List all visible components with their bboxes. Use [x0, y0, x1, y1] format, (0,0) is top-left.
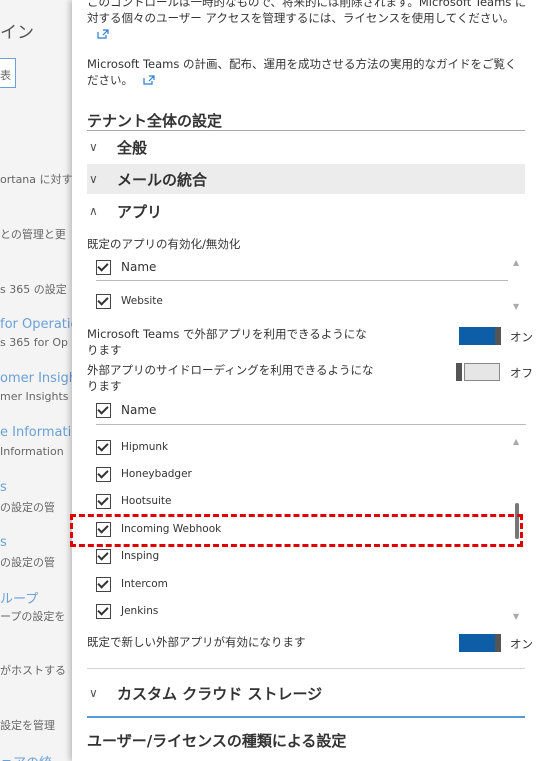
scroll-up-arrow[interactable]: ▲ [513, 437, 519, 446]
section-divider [87, 668, 525, 669]
list-item[interactable]: Jenkins [96, 600, 158, 622]
background-navigation: イン表 ortana に対す との管理と更 s 365 の設定 for Operatio… [0, 0, 72, 761]
teams-settings-panel: このコントロールは一時的なもので、将来的には削除されます。Microsoft T… [72, 0, 540, 761]
background-nav-text: s 365 の設定 [0, 283, 67, 296]
new-apps-default-state: オン [510, 637, 533, 651]
list-item[interactable]: Honeybadger [96, 463, 192, 485]
default-apps-label: 既定のアプリの有効化/無効化 [87, 237, 241, 251]
new-apps-default-toggle[interactable] [459, 634, 503, 652]
background-nav-text: for Operatio [0, 317, 72, 332]
background-nav-text: ortana に対す [0, 173, 72, 186]
app-checkbox[interactable] [96, 576, 111, 592]
heading-divider [87, 130, 525, 131]
app-checkbox[interactable] [96, 548, 111, 564]
background-nav-text: 設定を管理 [0, 719, 55, 732]
background-nav-text: の設定の管 [0, 501, 55, 514]
background-nav-text: の設定の管 [0, 556, 55, 569]
background-nav-text: e Informatio [0, 425, 72, 440]
list-item[interactable]: Hipmunk [96, 436, 168, 458]
chevron-down-icon: ∨ [89, 686, 98, 700]
select-all-checkbox[interactable] [96, 259, 111, 275]
external-apps-label: Microsoft Teams で外部アプリを利用できるようになります [87, 327, 367, 357]
external-link-icon[interactable] [97, 29, 109, 39]
highlight-box [70, 514, 523, 547]
sideload-label: 外部アプリのサイドローディングを利用できるようになります [87, 363, 374, 393]
section-general[interactable]: ∨ 全般 [87, 132, 525, 162]
background-nav-text: Information [0, 445, 64, 458]
section-divider [87, 716, 525, 718]
list-item[interactable]: Hootsuite [96, 490, 171, 512]
background-nav-text: ループ [0, 592, 39, 607]
list-item[interactable]: Insping [96, 545, 159, 567]
scroll-down-arrow[interactable]: ▼ [513, 302, 519, 311]
tenant-settings-heading: テナント全体の設定 [87, 112, 223, 130]
list-item[interactable]: Website [96, 290, 163, 312]
external-apps-toggle[interactable] [459, 327, 503, 345]
scroll-up-arrow[interactable]: ▲ [513, 258, 519, 267]
intro-license-text: このコントロールは一時的なもので、将来的には削除されます。Microsoft T… [87, 0, 527, 42]
external-apps-state: オン [510, 330, 533, 344]
new-apps-default-label: 既定で新しい外部アプリが有効になります [87, 635, 306, 649]
intro-guide-text: Microsoft Teams の計画、配布、運用を成功させる方法の実用的なガイ… [87, 57, 517, 87]
default-apps-header-row[interactable]: Name [96, 256, 156, 278]
app-checkbox[interactable] [96, 466, 111, 482]
background-nav-text: がホストする [0, 664, 66, 677]
background-nav-text: ェアの統 [0, 752, 52, 761]
background-nav-text: イン [0, 23, 34, 43]
background-nav-text: s 365 for Op [0, 336, 68, 349]
background-nav-text: との管理と更 [0, 228, 66, 241]
background-nav-text: s [0, 480, 7, 495]
background-nav-text: s [0, 535, 7, 550]
chevron-down-icon: ∨ [89, 172, 98, 186]
background-nav-text: mer Insights [0, 390, 69, 403]
sideload-toggle[interactable] [456, 363, 500, 381]
background-nav-text: omer Insight [0, 371, 72, 386]
section-apps[interactable]: ∧ アプリ [87, 196, 525, 226]
app-checkbox[interactable] [96, 293, 111, 309]
external-link-icon[interactable] [143, 75, 155, 85]
list-divider [96, 280, 508, 281]
list-divider [96, 424, 526, 425]
chevron-down-icon: ∨ [89, 140, 98, 154]
chevron-up-icon: ∧ [89, 204, 98, 218]
sideload-state: オフ [510, 366, 533, 380]
select-all-checkbox[interactable] [96, 402, 111, 418]
app-checkbox[interactable] [96, 439, 111, 455]
section-custom-cloud-storage[interactable]: ∨ カスタム クラウド ストレージ [87, 678, 525, 708]
app-checkbox[interactable] [96, 493, 111, 509]
ext-apps-header-row[interactable]: Name [96, 399, 156, 421]
background-nav-text: ープの設定を [0, 610, 66, 623]
section-mail-integration[interactable]: ∨ メールの統合 [87, 164, 525, 194]
list-item[interactable]: Intercom [96, 573, 168, 595]
background-nav-text: 表 [0, 69, 11, 82]
app-checkbox[interactable] [96, 603, 111, 619]
scroll-down-arrow[interactable]: ▼ [513, 612, 519, 621]
user-license-settings-heading: ユーザー/ライセンスの種類による設定 [87, 732, 347, 750]
